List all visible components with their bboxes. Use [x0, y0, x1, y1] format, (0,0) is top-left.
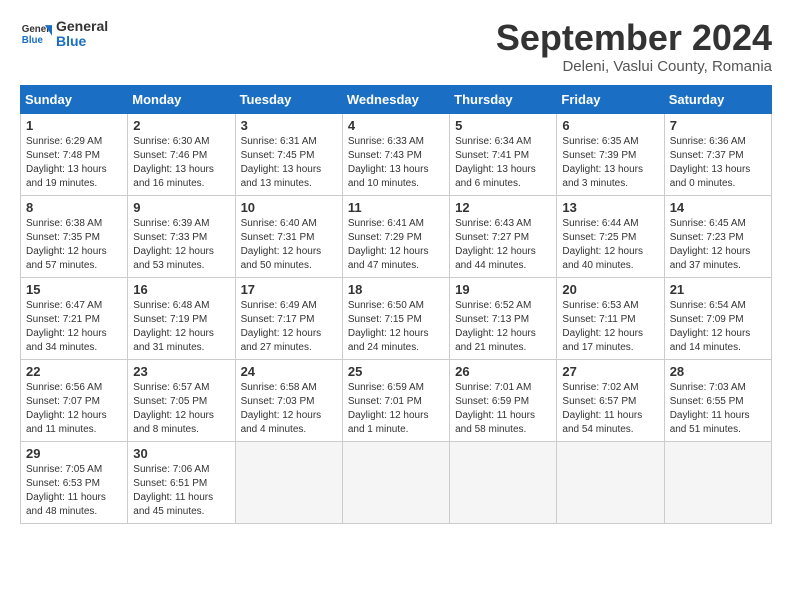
calendar-table: Sunday Monday Tuesday Wednesday Thursday…	[20, 85, 772, 524]
header-row: Sunday Monday Tuesday Wednesday Thursday…	[21, 85, 772, 113]
day-12: 12 Sunrise: 6:43 AMSunset: 7:27 PMDaylig…	[450, 195, 557, 277]
empty-cell	[557, 441, 664, 523]
table-row: 8 Sunrise: 6:38 AMSunset: 7:35 PMDayligh…	[21, 195, 772, 277]
day-3: 3 Sunrise: 6:31 AMSunset: 7:45 PMDayligh…	[235, 113, 342, 195]
header: General Blue General Blue September 2024…	[20, 18, 772, 75]
day-2: 2 Sunrise: 6:30 AMSunset: 7:46 PMDayligh…	[128, 113, 235, 195]
day-4: 4 Sunrise: 6:33 AMSunset: 7:43 PMDayligh…	[342, 113, 449, 195]
day-30: 30 Sunrise: 7:06 AMSunset: 6:51 PMDaylig…	[128, 441, 235, 523]
table-row: 1 Sunrise: 6:29 AMSunset: 7:48 PMDayligh…	[21, 113, 772, 195]
logo: General Blue General Blue	[20, 18, 108, 50]
month-title: September 2024	[496, 18, 772, 58]
day-23: 23 Sunrise: 6:57 AMSunset: 7:05 PMDaylig…	[128, 359, 235, 441]
day-20: 20 Sunrise: 6:53 AMSunset: 7:11 PMDaylig…	[557, 277, 664, 359]
title-block: September 2024 Deleni, Vaslui County, Ro…	[496, 18, 772, 75]
page: General Blue General Blue September 2024…	[0, 0, 792, 534]
empty-cell	[342, 441, 449, 523]
day-5: 5 Sunrise: 6:34 AMSunset: 7:41 PMDayligh…	[450, 113, 557, 195]
day-19: 19 Sunrise: 6:52 AMSunset: 7:13 PMDaylig…	[450, 277, 557, 359]
day-28: 28 Sunrise: 7:03 AMSunset: 6:55 PMDaylig…	[664, 359, 771, 441]
svg-text:Blue: Blue	[22, 35, 44, 46]
col-monday: Monday	[128, 85, 235, 113]
day-11: 11 Sunrise: 6:41 AMSunset: 7:29 PMDaylig…	[342, 195, 449, 277]
day-17: 17 Sunrise: 6:49 AMSunset: 7:17 PMDaylig…	[235, 277, 342, 359]
day-9: 9 Sunrise: 6:39 AMSunset: 7:33 PMDayligh…	[128, 195, 235, 277]
table-row: 15 Sunrise: 6:47 AMSunset: 7:21 PMDaylig…	[21, 277, 772, 359]
location-subtitle: Deleni, Vaslui County, Romania	[496, 58, 772, 75]
col-sunday: Sunday	[21, 85, 128, 113]
day-22: 22 Sunrise: 6:56 AMSunset: 7:07 PMDaylig…	[21, 359, 128, 441]
day-29: 29 Sunrise: 7:05 AMSunset: 6:53 PMDaylig…	[21, 441, 128, 523]
day-6: 6 Sunrise: 6:35 AMSunset: 7:39 PMDayligh…	[557, 113, 664, 195]
day-1: 1 Sunrise: 6:29 AMSunset: 7:48 PMDayligh…	[21, 113, 128, 195]
empty-cell	[450, 441, 557, 523]
col-thursday: Thursday	[450, 85, 557, 113]
col-tuesday: Tuesday	[235, 85, 342, 113]
col-friday: Friday	[557, 85, 664, 113]
day-14: 14 Sunrise: 6:45 AMSunset: 7:23 PMDaylig…	[664, 195, 771, 277]
day-16: 16 Sunrise: 6:48 AMSunset: 7:19 PMDaylig…	[128, 277, 235, 359]
day-24: 24 Sunrise: 6:58 AMSunset: 7:03 PMDaylig…	[235, 359, 342, 441]
col-saturday: Saturday	[664, 85, 771, 113]
day-7: 7 Sunrise: 6:36 AMSunset: 7:37 PMDayligh…	[664, 113, 771, 195]
day-10: 10 Sunrise: 6:40 AMSunset: 7:31 PMDaylig…	[235, 195, 342, 277]
day-18: 18 Sunrise: 6:50 AMSunset: 7:15 PMDaylig…	[342, 277, 449, 359]
day-13: 13 Sunrise: 6:44 AMSunset: 7:25 PMDaylig…	[557, 195, 664, 277]
day-8: 8 Sunrise: 6:38 AMSunset: 7:35 PMDayligh…	[21, 195, 128, 277]
day-26: 26 Sunrise: 7:01 AMSunset: 6:59 PMDaylig…	[450, 359, 557, 441]
generalblue-logo-icon: General Blue	[20, 18, 52, 50]
day-27: 27 Sunrise: 7:02 AMSunset: 6:57 PMDaylig…	[557, 359, 664, 441]
empty-cell	[664, 441, 771, 523]
day-15: 15 Sunrise: 6:47 AMSunset: 7:21 PMDaylig…	[21, 277, 128, 359]
col-wednesday: Wednesday	[342, 85, 449, 113]
day-25: 25 Sunrise: 6:59 AMSunset: 7:01 PMDaylig…	[342, 359, 449, 441]
table-row: 22 Sunrise: 6:56 AMSunset: 7:07 PMDaylig…	[21, 359, 772, 441]
day-21: 21 Sunrise: 6:54 AMSunset: 7:09 PMDaylig…	[664, 277, 771, 359]
logo-blue-text: Blue	[56, 34, 108, 49]
logo-general-text: General	[56, 19, 108, 34]
empty-cell	[235, 441, 342, 523]
table-row: 29 Sunrise: 7:05 AMSunset: 6:53 PMDaylig…	[21, 441, 772, 523]
